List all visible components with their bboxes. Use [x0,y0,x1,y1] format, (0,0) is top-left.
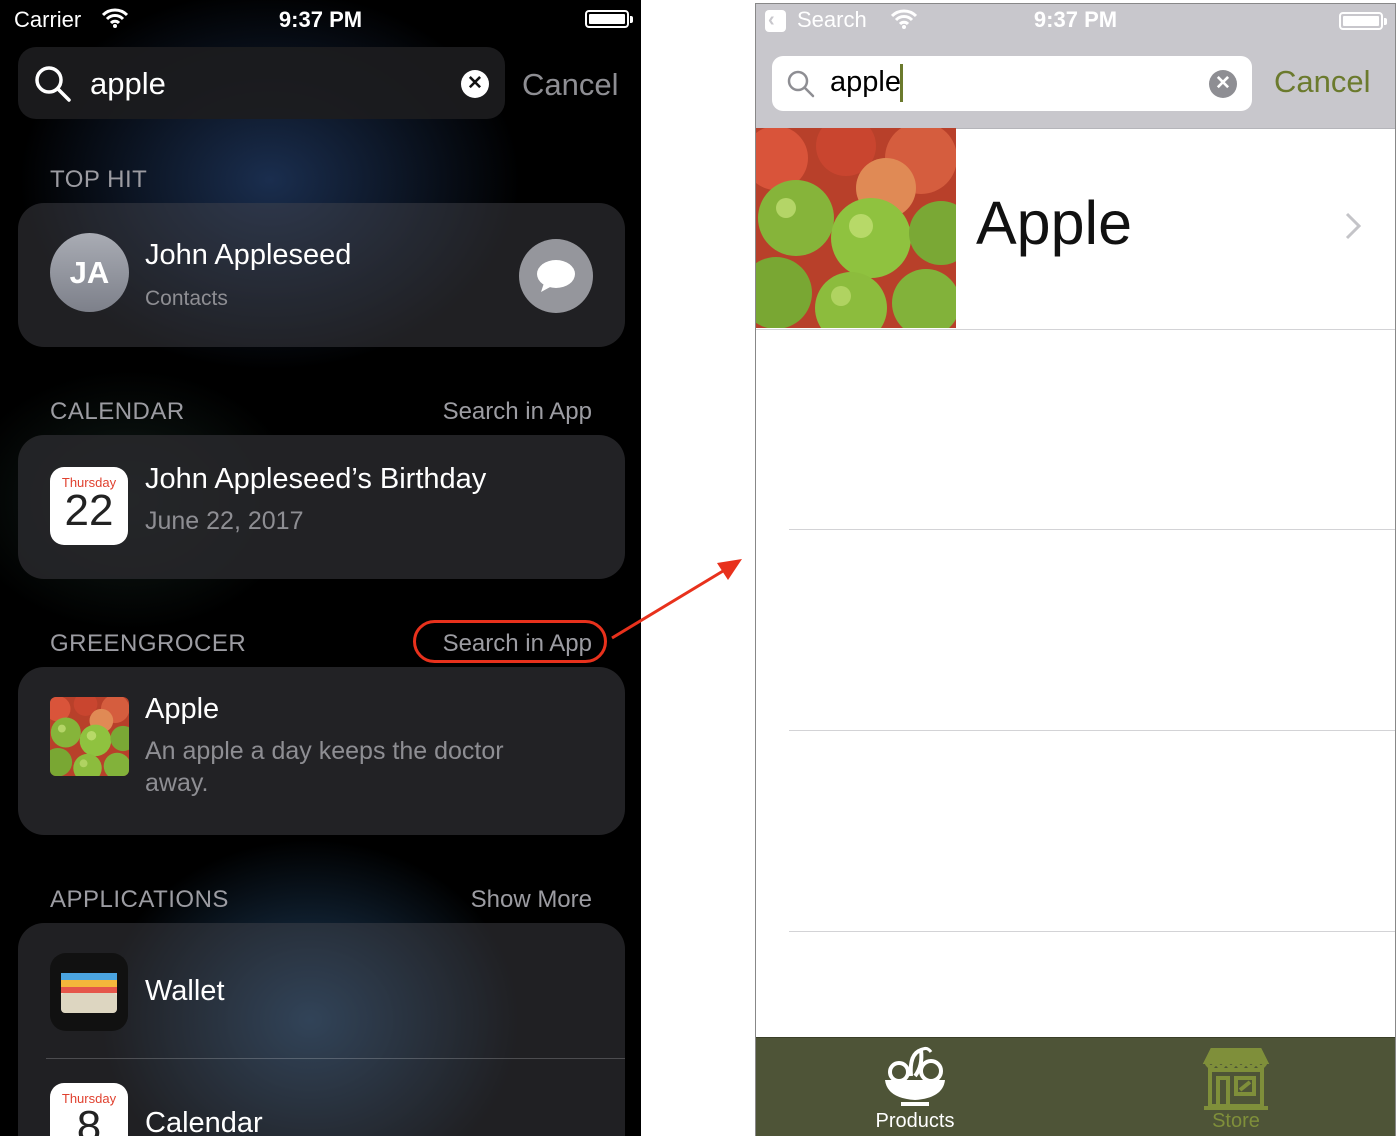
calendar-app-icon: Thursday 22 [50,467,128,545]
app-screen: ‹ Search 9:37 PM apple ✕ Cancel Apple Pr… [755,3,1396,1136]
search-field[interactable]: apple ✕ [18,47,505,119]
status-bar: Carrier 9:37 PM [0,0,641,40]
search-query[interactable]: apple [830,66,901,99]
search-field[interactable]: apple ✕ [772,56,1252,111]
avatar: JA [50,233,129,312]
battery-icon [1339,12,1387,30]
calendar-app-icon: Thursday 8 [50,1083,128,1136]
spotlight-screen: Carrier 9:37 PM apple ✕ Cancel TOP HIT J… [0,0,641,1136]
greengrocer-result-card[interactable]: Apple An apple a day keeps the doctor aw… [18,667,625,835]
apple-thumbnail [50,697,129,776]
app-name: Wallet [145,975,225,1007]
section-header-applications: APPLICATIONS [50,886,229,913]
section-header-top-hit: TOP HIT [50,166,148,193]
arrow-connector [611,559,742,640]
app-row-wallet[interactable]: Wallet [18,923,625,1058]
product-name: Apple [976,189,1133,257]
clear-icon[interactable]: ✕ [1209,70,1237,98]
tab-store[interactable]: Store [1136,1038,1336,1136]
apple-photo [756,128,956,328]
product-description-line2: away. [145,769,209,797]
applications-card: Wallet Thursday 8 Calendar [18,923,625,1136]
highlight-circle [413,620,607,663]
section-header-greengrocer: GREENGROCER [50,630,247,657]
contact-subtitle: Contacts [145,287,228,310]
fruit-bowl-icon [885,1046,945,1106]
text-cursor [900,64,903,102]
search-icon [35,66,71,102]
wallet-icon [50,953,128,1031]
clock: 9:37 PM [1033,7,1118,32]
search-query[interactable]: apple [90,66,166,102]
event-title: John Appleseed’s Birthday [145,463,487,495]
battery-icon [585,10,633,28]
tab-label: Store [1212,1110,1260,1132]
top-hit-card[interactable]: JA John Appleseed Contacts [18,203,625,347]
app-name: Calendar [145,1107,263,1136]
cancel-button[interactable]: Cancel [1274,64,1371,100]
chevron-right-icon [1345,212,1361,240]
tab-bar: Products Store [756,1037,1395,1136]
section-header-calendar: CALENDAR [50,398,185,425]
calendar-search-in-app-link[interactable]: Search in App [443,398,592,426]
message-bubble-icon [537,260,575,292]
show-more-link[interactable]: Show More [471,886,592,914]
calendar-icon-date: 8 [76,1102,102,1136]
tab-label: Products [875,1110,955,1132]
status-bar: ‹ Search 9:37 PM [756,4,1395,40]
event-date: June 22, 2017 [145,507,304,535]
row-separator [789,529,1395,530]
app-row-calendar[interactable]: Thursday 8 Calendar [18,1059,625,1136]
clear-icon[interactable]: ✕ [461,70,489,98]
product-title: Apple [145,693,220,725]
product-description-line1: An apple a day keeps the doctor [145,737,504,765]
storefront-icon [1202,1048,1270,1110]
product-row[interactable]: Apple [756,128,1395,330]
cancel-button[interactable]: Cancel [522,67,619,103]
tab-products[interactable]: Products [815,1038,1015,1136]
calendar-result-card[interactable]: Thursday 22 John Appleseed’s Birthday Ju… [18,435,625,579]
message-button[interactable] [519,239,593,313]
row-separator [789,730,1395,731]
clock: 9:37 PM [278,7,363,32]
search-icon [787,70,815,98]
calendar-icon-date: 22 [64,486,114,535]
row-separator [789,931,1395,932]
contact-name: John Appleseed [145,239,352,271]
search-header: ‹ Search 9:37 PM apple ✕ Cancel [756,4,1395,129]
